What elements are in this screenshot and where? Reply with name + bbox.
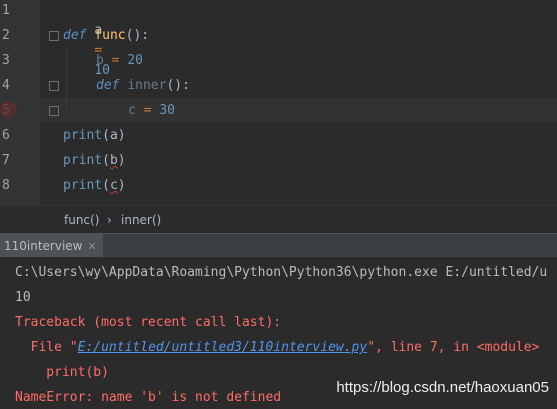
traceback-prefix: File " (15, 340, 78, 355)
code-line-3[interactable]: b = 20 (96, 51, 143, 71)
fold-end-icon[interactable] (49, 106, 59, 116)
keyword: def (63, 28, 87, 43)
current-line-highlight (40, 98, 557, 122)
code-line-4[interactable]: def inner(): (96, 76, 190, 96)
line-number: 8 (2, 178, 10, 193)
close-icon[interactable]: ✕ (88, 240, 97, 253)
traceback-header: Traceback (most recent call last): (15, 315, 282, 330)
breadcrumb-item-func[interactable]: func() (64, 213, 99, 227)
code-line-2[interactable]: def func(): (63, 26, 149, 46)
builtin-name: print (63, 128, 103, 143)
breadcrumb-item-inner[interactable]: inner() (121, 213, 161, 227)
operator: = (111, 53, 120, 68)
keyword: def (96, 78, 120, 93)
breakpoint-icon[interactable] (0, 101, 17, 118)
punctuation: ) (117, 153, 126, 168)
console-output-line: 10 (15, 290, 31, 305)
fold-toggle-icon[interactable] (49, 31, 59, 41)
code-editor[interactable]: 1 2 3 4 5 6 7 8 a = 10 def func(): b = 2… (0, 0, 557, 205)
builtin-name: print (63, 153, 103, 168)
traceback-code-line: print(b) (15, 365, 109, 380)
code-line-1[interactable]: a = 10 (63, 1, 110, 78)
console-command-line: C:\Users\wy\AppData\Roaming\Python\Pytho… (15, 265, 548, 280)
run-tab-bar: 110interview ✕ (0, 233, 557, 258)
error-message: NameError: name 'b' is not defined (15, 390, 282, 405)
fold-toggle-icon[interactable] (49, 81, 59, 91)
number-literal: 30 (159, 103, 175, 118)
line-number: 1 (2, 3, 10, 18)
identifier: a (109, 128, 118, 143)
traceback-location: ", line 7, in <module> (367, 340, 540, 355)
operator: = (143, 103, 152, 118)
number-literal: 20 (127, 53, 143, 68)
punctuation: (): (125, 28, 150, 43)
run-tab-label: 110interview (4, 239, 83, 253)
traceback-file-link[interactable]: E:/untitled/untitled3/110interview.py (78, 340, 368, 355)
line-number: 6 (2, 128, 10, 143)
punctuation: (): (166, 78, 190, 93)
punctuation: ) (117, 128, 126, 143)
code-line-7[interactable]: print(b) (63, 151, 126, 171)
punctuation: ( (102, 128, 110, 143)
breadcrumb: func() › inner() (0, 205, 557, 234)
run-tab[interactable]: 110interview ✕ (0, 234, 103, 258)
identifier: b (96, 53, 104, 68)
code-line-5[interactable]: c = 30 (128, 101, 175, 121)
traceback-file-line: File "E:/untitled/untitled3/110interview… (15, 338, 540, 358)
code-line-8[interactable]: print(c) (63, 176, 126, 196)
line-number: 7 (2, 153, 10, 168)
breadcrumb-separator: › (107, 213, 112, 227)
punctuation: ) (117, 178, 126, 193)
line-number: 4 (2, 78, 10, 93)
function-name: func (94, 28, 126, 43)
line-number: 3 (2, 53, 10, 68)
punctuation: ( (102, 178, 110, 193)
line-number: 2 (2, 28, 10, 43)
unresolved-identifier: c (109, 178, 118, 193)
unresolved-identifier: b (109, 153, 118, 168)
function-name: inner (127, 78, 167, 93)
watermark: https://blog.csdn.net/haoxuan05 (336, 379, 549, 396)
identifier: c (128, 103, 136, 118)
punctuation: ( (102, 153, 110, 168)
code-line-6[interactable]: print(a) (63, 126, 126, 146)
builtin-name: print (63, 178, 103, 193)
